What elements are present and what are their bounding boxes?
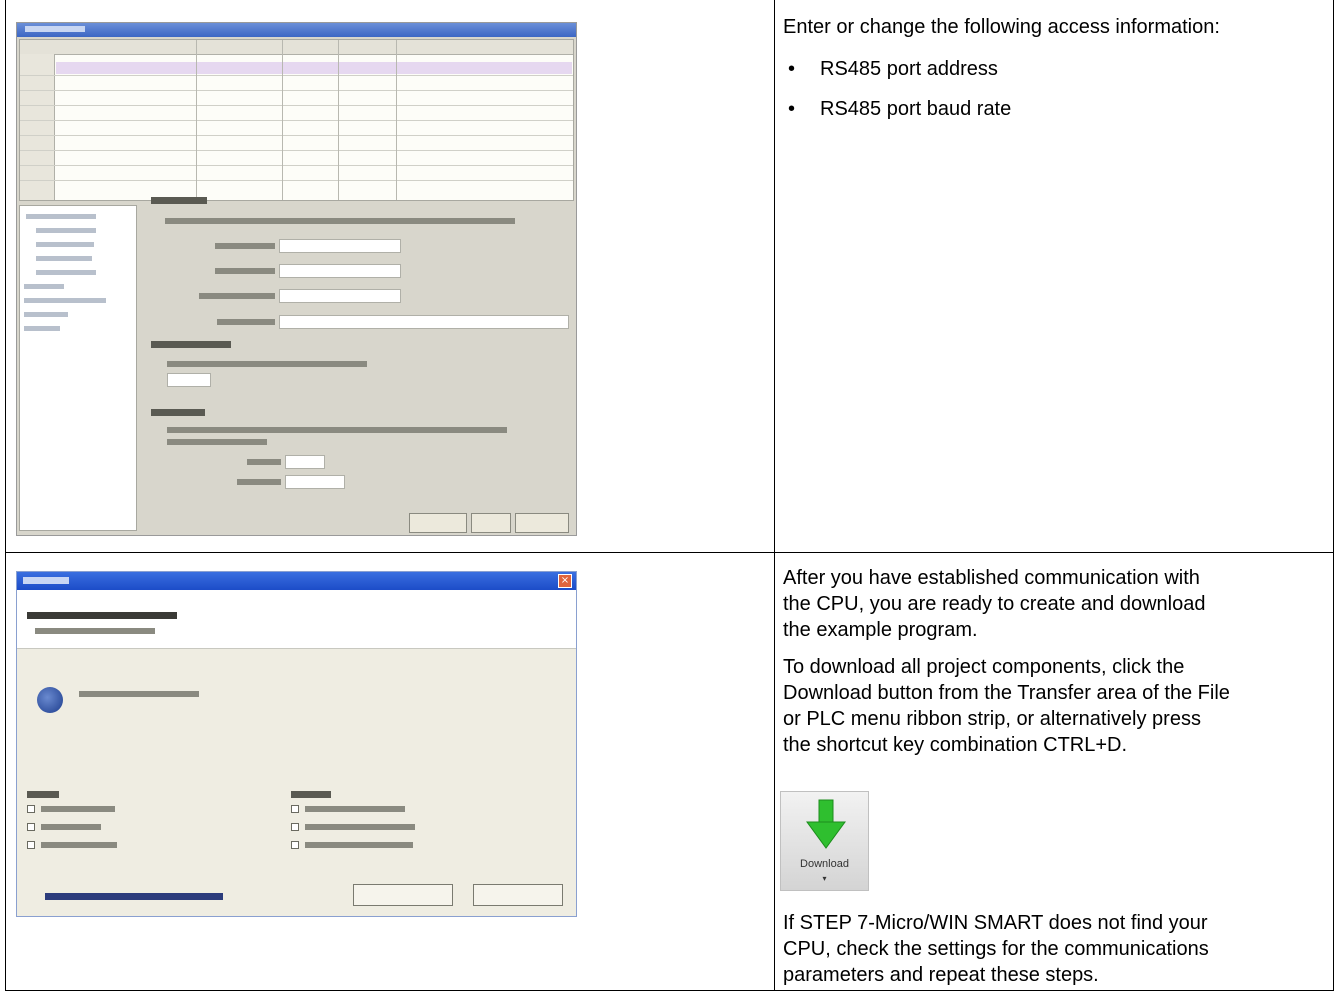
bullet-marker: • <box>788 98 796 120</box>
access-info-intro: Enter or change the following access inf… <box>783 16 1220 38</box>
dialog-header <box>17 590 576 649</box>
dropdown-indicator: ▾ <box>822 874 827 883</box>
system-block-screenshot <box>16 22 577 536</box>
para2-line2: Download button from the Transfer area o… <box>783 682 1230 704</box>
settings-tree <box>19 205 137 531</box>
download-arrow-icon <box>806 799 846 849</box>
download-dialog-screenshot: × <box>16 571 577 917</box>
info-icon <box>37 687 63 713</box>
module-table <box>19 39 574 201</box>
para1-line1: After you have established communication… <box>783 567 1200 589</box>
close-icon: × <box>558 574 572 588</box>
bullet-port-baud-rate: RS485 port baud rate <box>820 98 1012 120</box>
bullet-marker: • <box>788 58 796 80</box>
dialog-title-bar <box>17 572 576 590</box>
para3-line3: parameters and repeat these steps. <box>783 964 1099 986</box>
para3-line2: CPU, check the settings for the communic… <box>783 938 1209 960</box>
para2-line3: or PLC menu ribbon strip, or alternative… <box>783 708 1201 730</box>
para2-line4: the shortcut key combination CTRL+D. <box>783 734 1128 756</box>
para3-line1: If STEP 7-Micro/WIN SMART does not find … <box>783 912 1208 934</box>
column-divider <box>774 0 775 991</box>
para2-line1: To download all project components, clic… <box>783 656 1185 678</box>
screenshot-title-bar <box>17 23 576 37</box>
download-button-image: Download ▾ <box>780 791 869 891</box>
bullet-port-address: RS485 port address <box>820 58 998 80</box>
download-label: Download <box>800 858 849 870</box>
row-divider <box>6 552 1333 553</box>
para1-line2: the CPU, you are ready to create and dow… <box>783 593 1206 615</box>
para1-line3: the example program. <box>783 619 978 641</box>
